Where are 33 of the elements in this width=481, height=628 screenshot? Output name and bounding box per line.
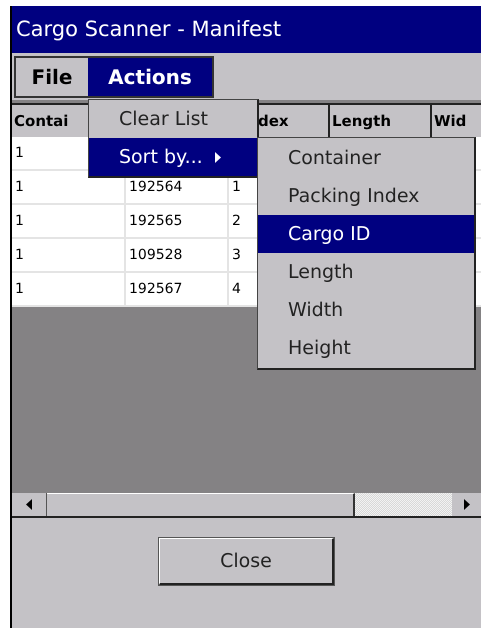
menu-option[interactable]: Clear List	[89, 100, 257, 138]
table-cell-text: 1	[15, 280, 24, 298]
table-cell-text: 109528	[129, 246, 182, 264]
table-cell-text: 1	[15, 212, 24, 230]
column-header[interactable]: Wid	[434, 110, 466, 132]
window-title: Cargo Scanner - Manifest	[16, 16, 282, 43]
menu-option[interactable]: Sort by...	[89, 138, 257, 176]
right-arrow-icon	[464, 499, 470, 510]
table-cell-text: 192564	[129, 178, 182, 196]
table-cell-text: 192565	[129, 212, 182, 230]
column-header[interactable]: Length	[332, 110, 391, 132]
table-cell-text: 1	[15, 246, 24, 264]
left-arrow-icon	[26, 499, 32, 510]
menu-item[interactable]: Actions	[88, 58, 212, 96]
menu-option[interactable]: Cargo ID	[258, 215, 474, 253]
menu-option[interactable]: Width	[258, 291, 474, 329]
table-cell-text: 1	[15, 144, 24, 162]
menu-option[interactable]: Height	[258, 329, 474, 367]
table-cell-text: 192567	[129, 280, 182, 298]
table-cell-text: 1	[15, 178, 24, 196]
table-cell-text: 4	[232, 280, 241, 298]
column-header[interactable]: Contai	[14, 110, 68, 132]
table-cell-text: 1	[232, 178, 241, 196]
table-cell-text: 3	[232, 246, 241, 264]
column-header[interactable]: dex	[258, 110, 289, 132]
menu-option[interactable]: Container	[258, 139, 474, 177]
table-cell-text: 2	[232, 212, 241, 230]
horizontal-scrollbar[interactable]	[12, 493, 481, 518]
close-button[interactable]: Close	[159, 538, 334, 585]
menu-option[interactable]: Packing Index	[258, 177, 474, 215]
menu-item[interactable]: File	[16, 58, 88, 96]
menu-option[interactable]: Length	[258, 253, 474, 291]
scrollbar-thumb[interactable]	[47, 493, 355, 516]
